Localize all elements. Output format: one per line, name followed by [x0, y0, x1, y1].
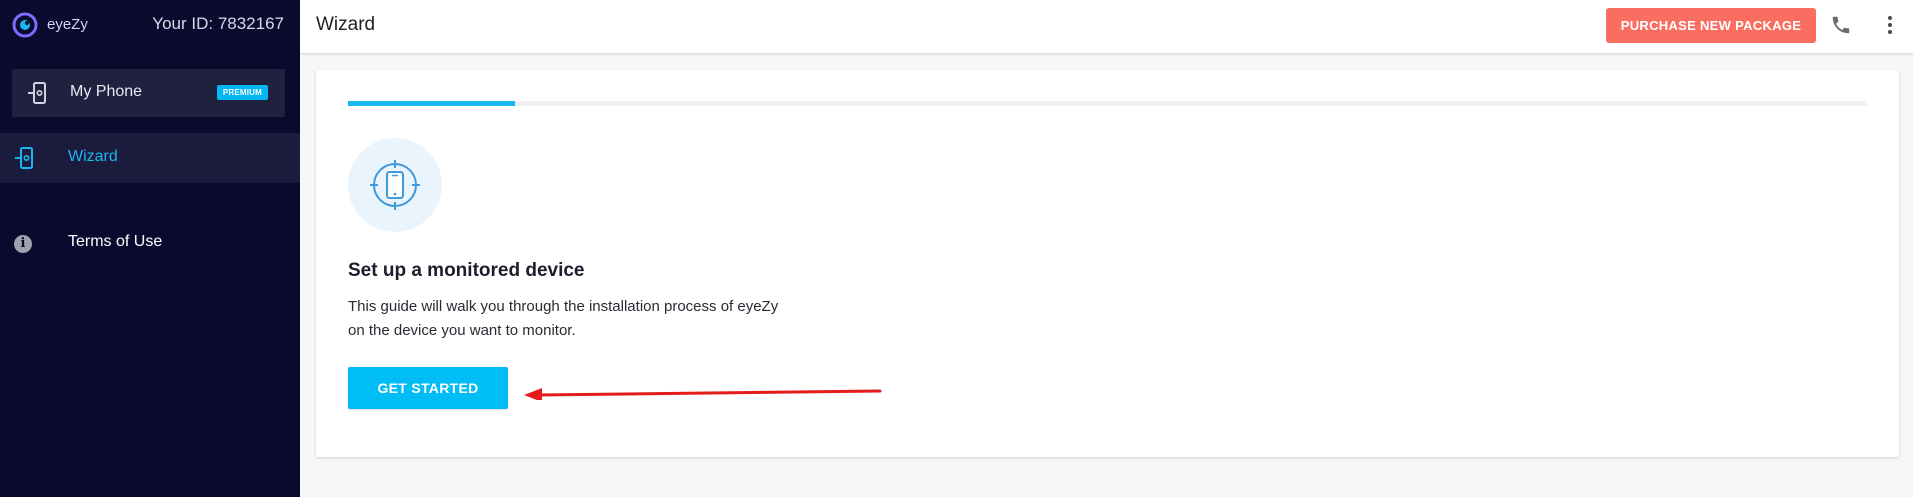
- user-id-label: Your ID: 7832167: [152, 14, 284, 33]
- eyezy-logo-icon: [12, 12, 38, 38]
- sidebar-item-wizard[interactable]: Wizard: [0, 133, 300, 183]
- info-icon: i: [14, 235, 32, 253]
- wizard-progress-fill: [348, 101, 516, 106]
- device-selector[interactable]: My Phone PREMIUM: [12, 69, 285, 117]
- wizard-card: Set up a monitored device This guide wil…: [316, 70, 1899, 457]
- monitored-device-icon: [370, 160, 420, 210]
- purchase-package-button[interactable]: PURCHASE NEW PACKAGE: [1606, 8, 1816, 43]
- top-bar: Wizard PURCHASE NEW PACKAGE: [300, 0, 1913, 53]
- description-line: This guide will walk you through the ins…: [348, 298, 779, 315]
- sidebar: eyeZy Your ID: 7832167 My Phone PREMIUM …: [0, 0, 300, 497]
- wizard-progress: [348, 101, 1867, 106]
- page-title: Wizard: [316, 14, 376, 35]
- wizard-description: This guide will walk you through the ins…: [348, 295, 848, 343]
- app-root: eyeZy Your ID: 7832167 My Phone PREMIUM …: [0, 0, 1913, 497]
- description-line: on the device you want to monitor.: [348, 322, 576, 339]
- premium-badge: PREMIUM: [216, 85, 268, 100]
- sidebar-item-label: Terms of Use: [68, 233, 163, 250]
- sidebar-item-terms[interactable]: i Terms of Use: [0, 218, 300, 266]
- device-target-illustration: [348, 138, 442, 232]
- wizard-heading: Set up a monitored device: [348, 260, 585, 281]
- device-name: My Phone: [70, 83, 143, 100]
- phone-call-icon[interactable]: [1830, 14, 1852, 36]
- phone-setup-icon: [15, 147, 33, 169]
- more-vert-icon[interactable]: [1880, 14, 1900, 36]
- brand-name: eyeZy: [47, 16, 88, 33]
- annotation-arrow: [524, 388, 882, 400]
- sidebar-header: eyeZy Your ID: 7832167: [0, 0, 300, 50]
- sidebar-item-label: Wizard: [68, 148, 118, 165]
- get-started-button[interactable]: GET STARTED: [348, 367, 508, 409]
- phone-settings-icon: [28, 82, 46, 104]
